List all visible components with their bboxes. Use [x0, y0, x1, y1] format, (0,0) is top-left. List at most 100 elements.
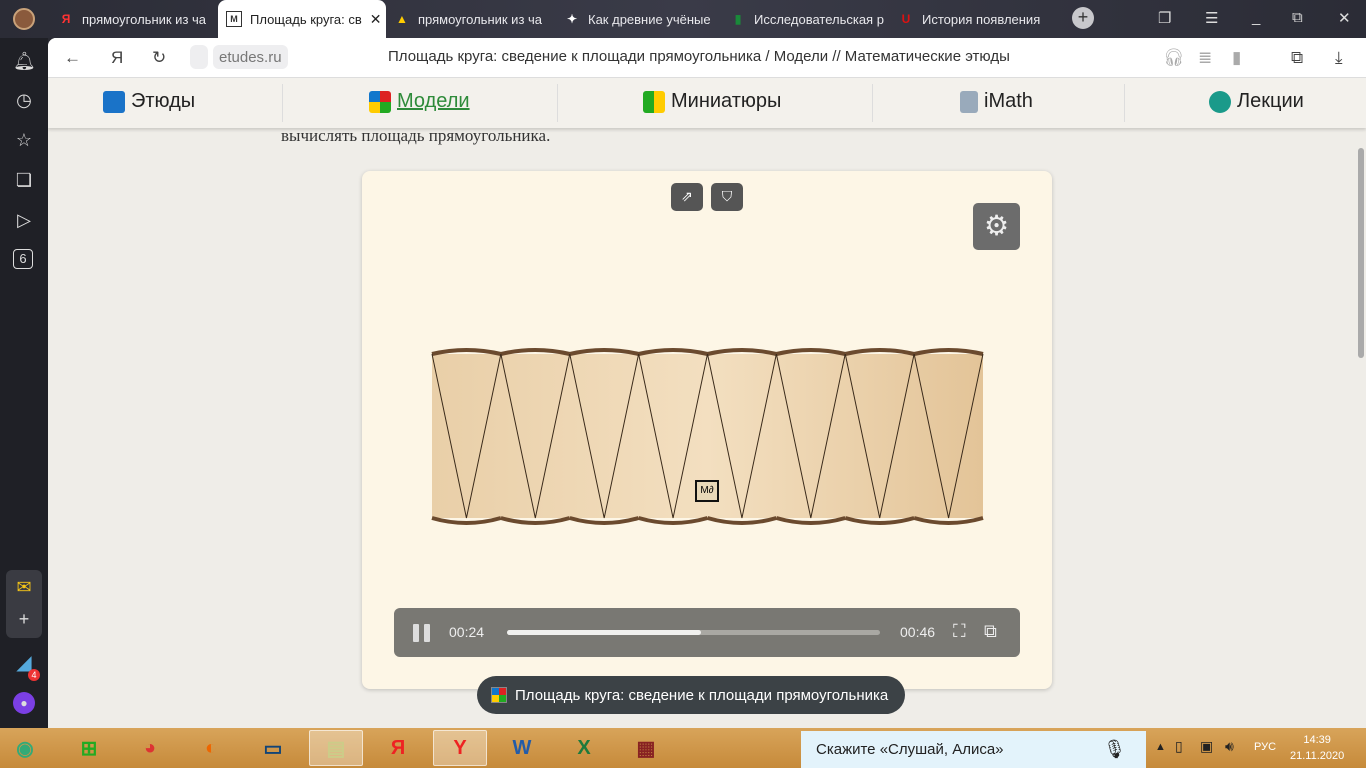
restore-button[interactable]: ⧉	[1292, 9, 1303, 26]
etudes-watermark: M∂	[695, 480, 719, 502]
video-controls: 00:24 00:46 ⛶ ⧉	[394, 608, 1020, 657]
sector-arc-top	[569, 348, 640, 356]
yandex-icon[interactable]: Я	[111, 48, 123, 68]
nav-lectures[interactable]: Лекции	[1209, 90, 1304, 113]
yandex-app-icon[interactable]: Я	[371, 730, 425, 766]
alice-icon[interactable]: ●	[13, 692, 35, 714]
tab[interactable]: Япрямоугольник из ча	[50, 4, 215, 34]
nav-miniatures[interactable]: Миниатюры	[643, 90, 781, 113]
browser-sidebar: 🔔︎ ◷ ☆ ❏ ▷ 6 ✉ + ◢ 4 ●	[0, 38, 48, 728]
collections-icon[interactable]: ❐	[1158, 9, 1171, 27]
etudes-logo-icon	[103, 90, 125, 113]
tab[interactable]: ▮ Исследовательская р	[722, 4, 887, 34]
sidebar-panel: ✉ +	[6, 570, 42, 638]
collections-icon[interactable]: ❏	[13, 169, 35, 191]
share-button[interactable]: ⇗	[671, 183, 703, 211]
clock-time: 14:39	[1303, 734, 1331, 746]
messenger-badge: 4	[28, 669, 40, 681]
store-icon[interactable]: ⊞	[62, 730, 116, 766]
tab-favicon-icon: M	[226, 11, 242, 27]
address-bar: ← Я ↻ etudes.ru Площадь круга: сведение …	[48, 38, 1366, 78]
tab-favicon-icon: Я	[61, 12, 71, 26]
history-icon[interactable]: ◷	[13, 89, 35, 111]
star-icon[interactable]: ☆	[13, 129, 35, 151]
bell-icon[interactable]: 🔔︎	[13, 50, 36, 72]
sector-arc-top	[844, 348, 915, 356]
tab-title: прямоугольник из ча	[418, 11, 543, 27]
windows-taskbar: ◉ ⊞ ◕ ◐ ▭ ▤ Я Y W X ▦ Скажите «Слушай, А…	[0, 728, 1366, 768]
new-tab-button[interactable]: +	[1072, 7, 1094, 29]
video-card: ⇗ ⛉ ⚙ M∂ 00:24 00:46 ⛶ ⧉	[362, 171, 1052, 689]
add-icon[interactable]: +	[13, 608, 35, 630]
scrollbar[interactable]	[1358, 148, 1364, 358]
headphones-icon[interactable]: 🎧︎	[1163, 48, 1185, 68]
fullscreen-icon[interactable]: ⛶	[953, 621, 966, 642]
tab-favicon-icon: ▮	[734, 12, 742, 26]
current-time: 00:24	[449, 624, 485, 640]
sector-arc-bottom	[775, 516, 846, 525]
nav-etudes[interactable]: Этюды	[103, 90, 195, 113]
picture-in-picture-icon[interactable]: ⧉	[984, 621, 997, 642]
lock-icon[interactable]	[190, 45, 208, 69]
explorer-icon[interactable]: ▤	[309, 730, 363, 766]
alice-placeholder: Скажите «Слушай, Алиса»	[816, 741, 1004, 758]
tab[interactable]: M Площадь круга: св ✕	[218, 0, 386, 38]
tab-favicon-icon: ✦	[566, 12, 578, 26]
url-field[interactable]: etudes.ru	[213, 45, 288, 69]
download-icon[interactable]: ⤓	[1335, 48, 1343, 68]
badge-6-icon[interactable]: 6	[13, 249, 33, 269]
models-logo-icon	[491, 687, 507, 703]
divider	[557, 84, 558, 122]
reload-icon[interactable]: ↻	[152, 48, 166, 68]
play-icon[interactable]: ▷	[13, 209, 35, 231]
nav-label: iMath	[984, 90, 1033, 112]
yandex-browser-icon[interactable]: Y	[433, 730, 487, 766]
chrome-icon[interactable]: ◕	[123, 730, 177, 766]
progress-fill	[507, 630, 701, 635]
menu-icon[interactable]: ☰	[1205, 9, 1218, 27]
tab[interactable]: U История появления	[890, 4, 1050, 34]
tab[interactable]: ✦ Как древние учёные	[556, 4, 718, 34]
video-title-toast[interactable]: Площадь круга: сведение к площади прямоу…	[477, 676, 906, 714]
back-icon[interactable]: ←	[64, 48, 81, 68]
clock[interactable]: 14:39 21.11.2020	[1290, 732, 1344, 764]
excel-icon[interactable]: X	[557, 730, 611, 766]
word-icon[interactable]: W	[495, 730, 549, 766]
mail-icon[interactable]: ✉	[13, 576, 35, 598]
browser-content: ← Я ↻ etudes.ru Площадь круга: сведение …	[48, 38, 1366, 728]
lenovo-icon[interactable]: ▭	[246, 730, 300, 766]
alice-search-input[interactable]: Скажите «Слушай, Алиса» 🎙︎	[801, 731, 1146, 768]
profile-avatar[interactable]	[13, 8, 35, 30]
start-button[interactable]: ◉	[0, 730, 50, 766]
sector-arc-bottom	[706, 516, 777, 525]
bookmark-icon[interactable]: ▮	[1232, 48, 1241, 68]
tab[interactable]: ▲ прямоугольник из ча	[386, 4, 551, 34]
sector-arc-top	[431, 348, 502, 356]
nav-label: Лекции	[1237, 90, 1304, 112]
firefox-icon[interactable]: ◐	[184, 730, 238, 766]
language-indicator[interactable]: РУС	[1254, 741, 1276, 753]
progress-slider[interactable]	[507, 630, 880, 635]
pause-button[interactable]	[413, 624, 431, 642]
nav-imath[interactable]: iMath	[960, 90, 1033, 113]
divider	[1124, 84, 1125, 122]
close-window-button[interactable]: ✕	[1338, 9, 1351, 27]
duration: 00:46	[900, 624, 936, 640]
extensions-icon[interactable]: ⧉	[1291, 48, 1303, 68]
winrar-icon[interactable]: ▦	[619, 730, 673, 766]
sector-arc-top	[638, 348, 708, 356]
nav-label: Миниатюры	[671, 90, 782, 112]
volume-icon[interactable]: 🔊︎	[1225, 738, 1234, 755]
article-text: вычислять площадь прямоугольника.	[281, 126, 551, 145]
tab-title: Площадь круга: св	[250, 11, 362, 27]
battery-icon[interactable]: ▯	[1175, 738, 1183, 755]
close-tab-icon[interactable]: ✕	[370, 11, 386, 28]
settings-button[interactable]: ⚙	[973, 203, 1020, 250]
network-icon[interactable]: ▣	[1200, 738, 1213, 755]
minimize-button[interactable]: _	[1252, 9, 1260, 26]
tray-expand-icon[interactable]: ▲	[1155, 741, 1166, 753]
microphone-icon[interactable]: 🎙︎	[1103, 739, 1126, 760]
bookmark-button[interactable]: ⛉	[711, 183, 743, 211]
nav-models[interactable]: Модели	[369, 90, 470, 113]
reader-icon[interactable]: ≣	[1198, 48, 1212, 68]
